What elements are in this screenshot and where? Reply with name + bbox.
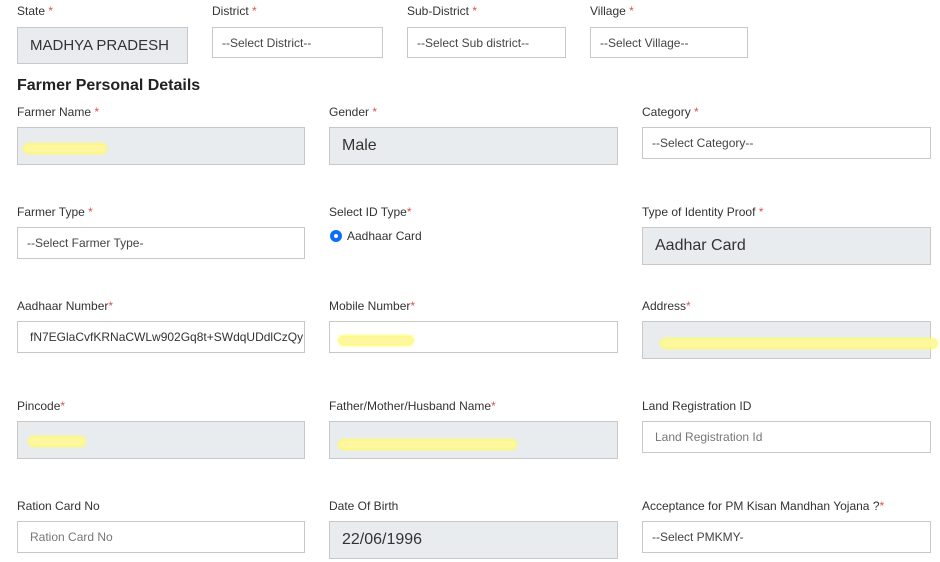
guardian-name-label: Father/Mother/Husband Name* (329, 399, 496, 413)
village-label: Village * (590, 4, 634, 18)
gender-field: Male (329, 127, 618, 165)
district-label: District * (212, 4, 257, 18)
identity-proof-label: Type of Identity Proof * (642, 205, 764, 219)
pincode-label: Pincode* (17, 399, 66, 413)
dob-field[interactable]: 22/06/1996 (329, 521, 618, 559)
section-title: Farmer Personal Details (17, 77, 201, 94)
state-field: MADHYA PRADESH (17, 27, 188, 64)
aadhaar-number-label: Aadhaar Number* (17, 299, 114, 313)
redaction-highlight (25, 145, 105, 152)
guardian-name-field[interactable] (329, 421, 618, 459)
village-select[interactable]: --Select Village-- (590, 27, 748, 58)
land-registration-label: Land Registration ID (642, 399, 752, 413)
redaction-highlight (662, 340, 936, 347)
state-value: MADHYA PRADESH (30, 37, 169, 54)
dob-label: Date Of Birth (329, 499, 399, 513)
state-label: State * (17, 4, 54, 18)
redaction-highlight (340, 337, 412, 344)
identity-proof-field: Aadhar Card (642, 227, 931, 265)
farmer-name-label: Farmer Name * (17, 105, 100, 119)
mobile-number-label: Mobile Number* (329, 299, 416, 313)
aadhaar-card-radio-label[interactable]: Aadhaar Card (347, 229, 422, 243)
district-select[interactable]: --Select District-- (212, 27, 383, 58)
pmkmy-select[interactable]: --Select PMKMY- (642, 521, 931, 553)
redaction-highlight (30, 438, 84, 445)
ration-card-input[interactable]: Ration Card No (17, 521, 305, 553)
category-label: Category * (642, 105, 699, 119)
sub-district-label: Sub-District * (407, 4, 478, 18)
ration-card-label: Ration Card No (17, 499, 100, 513)
redaction-highlight (340, 441, 515, 448)
aadhaar-number-input[interactable]: fN7EGlaCvfKRNaCWLw902Gq8t+SWdqUDdlCzQy (17, 321, 305, 353)
land-registration-input[interactable]: Land Registration Id (642, 421, 931, 453)
farmer-type-select[interactable]: --Select Farmer Type- (17, 227, 305, 259)
id-type-label: Select ID Type* (329, 205, 412, 219)
pmkmy-label: Acceptance for PM Kisan Mandhan Yojana ?… (642, 499, 885, 513)
sub-district-select[interactable]: --Select Sub district-- (407, 27, 566, 58)
farmer-type-label: Farmer Type * (17, 205, 93, 219)
gender-label: Gender * (329, 105, 378, 119)
category-select[interactable]: --Select Category-- (642, 127, 931, 159)
aadhaar-card-radio[interactable] (330, 230, 342, 242)
address-label: Address* (642, 299, 691, 313)
